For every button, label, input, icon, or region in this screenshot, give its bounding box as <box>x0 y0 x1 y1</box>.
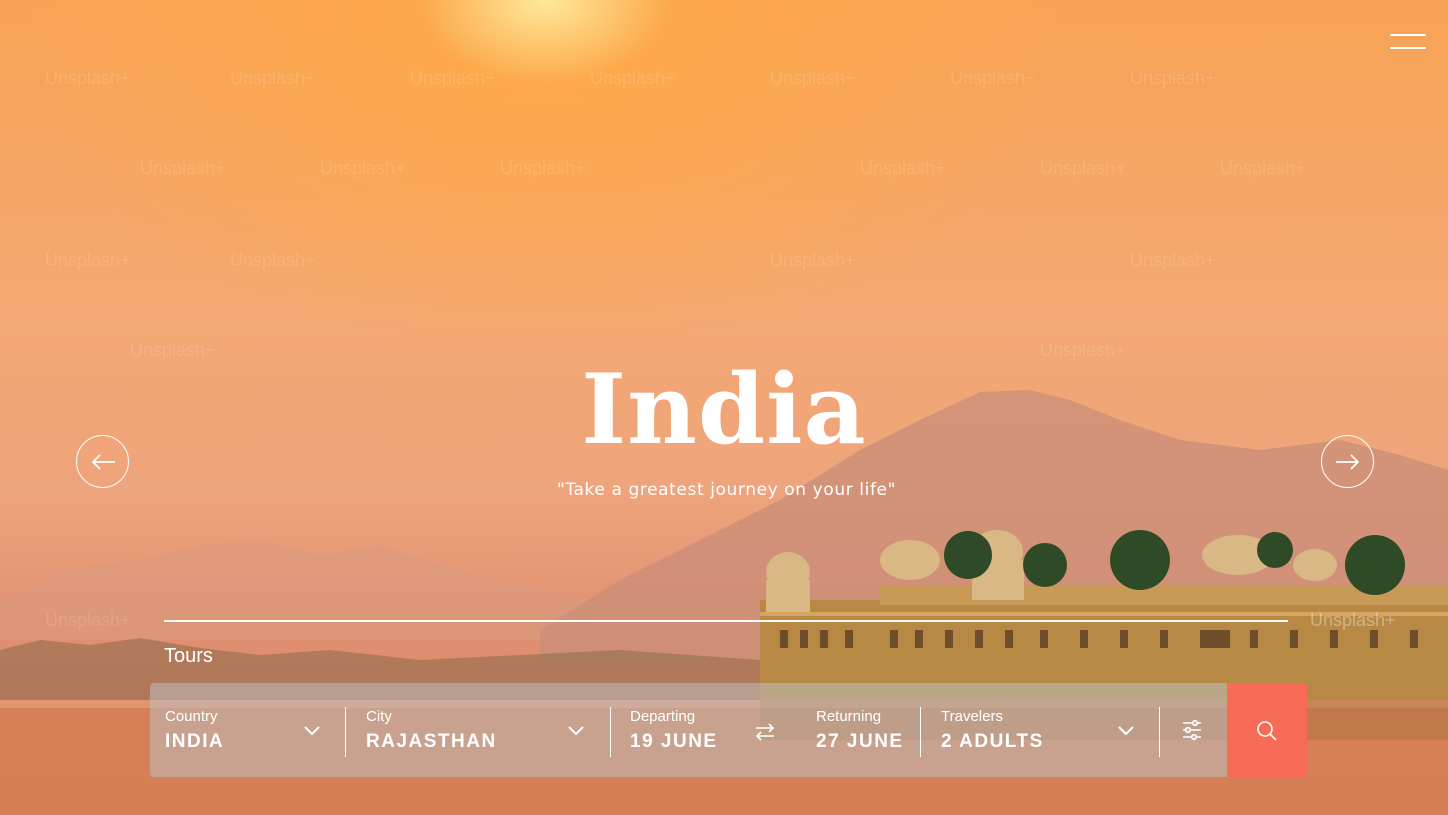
hero-tagline: "Take a greatest journey on your life" <box>556 480 897 500</box>
city-value: RAJASTHAN <box>366 731 497 752</box>
arrow-right-icon <box>1336 454 1360 470</box>
next-slide-button[interactable] <box>1321 435 1374 488</box>
travelers-value: 2 ADULTS <box>941 731 1044 752</box>
watermark: Unsplash+ <box>500 158 586 178</box>
arrow-left-icon <box>91 454 115 470</box>
tab-underline <box>164 620 1288 622</box>
swap-arrows-icon[interactable] <box>753 721 777 743</box>
watermark: Unsplash+ <box>1310 610 1396 630</box>
chevron-down-icon <box>304 726 320 736</box>
hamburger-menu-icon[interactable] <box>1390 34 1426 50</box>
divider <box>610 707 611 757</box>
divider <box>920 707 921 757</box>
returning-label: Returning <box>816 708 882 725</box>
country-label: Country <box>165 708 218 725</box>
watermark: Unsplash+ <box>860 158 946 178</box>
departing-value: 19 JUNE <box>630 731 718 752</box>
search-bar: Country INDIA City RAJASTHAN Departing 1… <box>150 683 1227 777</box>
search-button[interactable] <box>1227 683 1307 777</box>
watermark: Unsplash+ <box>45 250 131 270</box>
departing-date-field[interactable]: Departing 19 JUNE <box>615 683 745 777</box>
menu-line <box>1390 34 1426 36</box>
country-value: INDIA <box>165 731 225 752</box>
watermark: Unsplash+ <box>230 250 316 270</box>
watermark: Unsplash+ <box>410 68 496 88</box>
watermark: Unsplash+ <box>950 68 1036 88</box>
page-title: India <box>581 353 867 466</box>
watermark: Unsplash+ <box>1130 250 1216 270</box>
watermark: Unsplash+ <box>1220 158 1306 178</box>
travelers-label: Travelers <box>941 708 1003 725</box>
travelers-select[interactable]: Travelers 2 ADULTS <box>925 683 1145 777</box>
city-select[interactable]: City RAJASTHAN <box>350 683 600 777</box>
departing-label: Departing <box>630 708 696 725</box>
returning-value: 27 JUNE <box>816 731 904 752</box>
chevron-down-icon <box>568 726 584 736</box>
watermark: Unsplash+ <box>140 158 226 178</box>
watermark: Unsplash+ <box>590 68 676 88</box>
watermark: Unsplash+ <box>1040 158 1126 178</box>
divider <box>345 707 346 757</box>
watermark: Unsplash+ <box>770 68 856 88</box>
watermark: Unsplash+ <box>45 68 131 88</box>
watermark: Unsplash+ <box>320 158 406 178</box>
watermark: Unsplash+ <box>45 610 131 630</box>
returning-date-field[interactable]: Returning 27 JUNE <box>802 683 917 777</box>
hero-section: Unsplash+ Unsplash+ Unsplash+ Unsplash+ … <box>0 0 1448 815</box>
tab-tours[interactable]: Tours <box>164 645 213 668</box>
country-select[interactable]: Country INDIA <box>150 683 340 777</box>
search-icon <box>1257 721 1277 741</box>
prev-slide-button[interactable] <box>76 435 129 488</box>
sliders-icon[interactable] <box>1180 718 1204 742</box>
divider <box>1159 707 1160 757</box>
city-label: City <box>366 708 392 725</box>
watermark: Unsplash+ <box>1130 68 1216 88</box>
menu-line <box>1390 47 1426 49</box>
watermark: Unsplash+ <box>230 68 316 88</box>
watermark: Unsplash+ <box>770 250 856 270</box>
chevron-down-icon <box>1118 726 1134 736</box>
